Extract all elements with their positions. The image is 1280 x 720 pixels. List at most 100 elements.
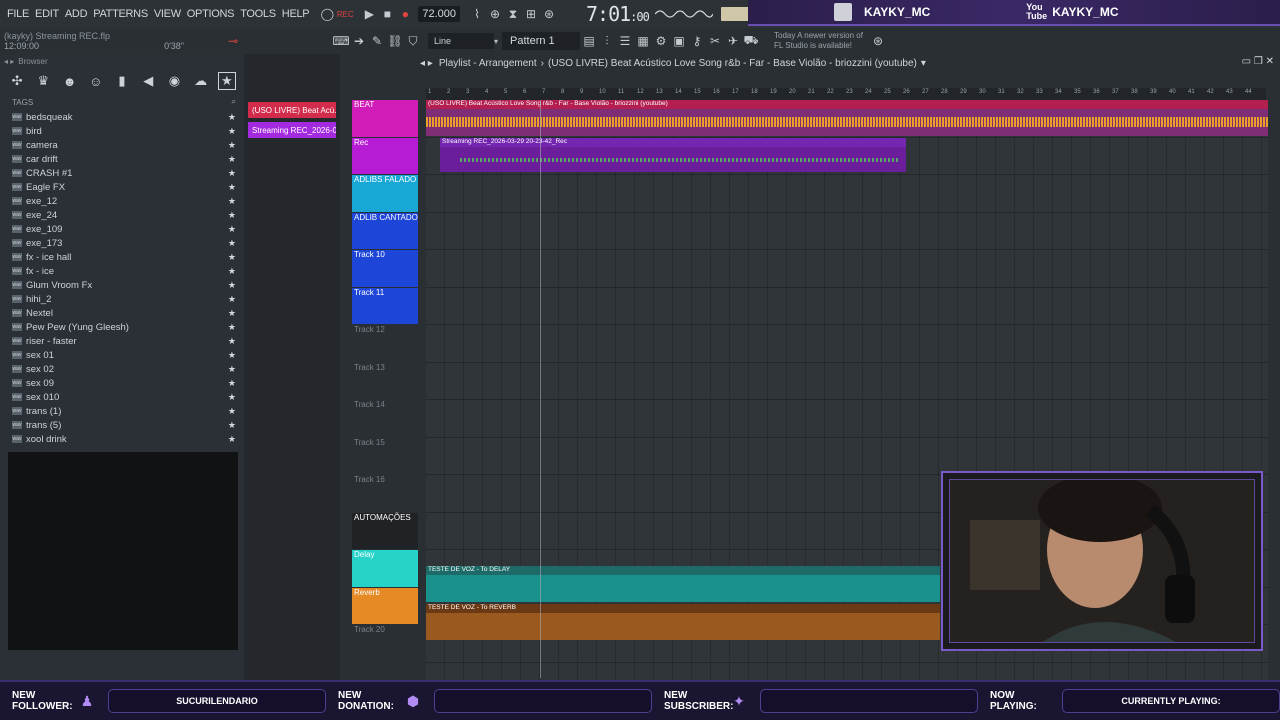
edison-icon[interactable]: ✂: [706, 32, 724, 50]
track-header[interactable]: ADLIB CANTADO: [352, 212, 418, 249]
browser-item[interactable]: wav bedsqueak ★: [0, 110, 244, 124]
browser-item[interactable]: wav sex 02 ★: [0, 362, 244, 376]
star-icon[interactable]: ★: [228, 126, 236, 137]
arrow-icon[interactable]: ➔: [350, 32, 368, 50]
stop-button[interactable]: ■: [378, 5, 396, 23]
browser-item[interactable]: wav car drift ★: [0, 152, 244, 166]
mixer-icon[interactable]: ⫶: [598, 32, 616, 50]
track-header[interactable]: Reverb: [352, 587, 418, 624]
browser-item[interactable]: wav fx - ice hall ★: [0, 250, 244, 264]
star-icon[interactable]: ★: [228, 154, 236, 165]
star-icon[interactable]: ★: [228, 392, 236, 403]
pencil-icon[interactable]: ✎: [368, 32, 386, 50]
star-icon[interactable]: ★: [228, 434, 236, 445]
smiley-icon[interactable]: ☻: [61, 72, 79, 90]
collapse-icon[interactable]: ✣: [8, 72, 26, 90]
tempo-display[interactable]: 72.000: [418, 6, 460, 22]
tool-icon-4[interactable]: ⊞: [522, 5, 540, 23]
window-controls[interactable]: ▭ ❐ ✕: [1242, 56, 1274, 67]
tool-icon[interactable]: ⌇: [468, 5, 486, 23]
browser-item[interactable]: wav fx - ice ★: [0, 264, 244, 278]
track-header[interactable]: Delay: [352, 550, 418, 587]
track-header[interactable]: ADLIBS FALADO: [352, 175, 418, 212]
channel-rack-icon[interactable]: ▤: [580, 32, 598, 50]
record-button[interactable]: ●: [396, 5, 414, 23]
picker-clip-beat[interactable]: (USO LIVRE) Beat Acú...: [248, 102, 336, 118]
browser-item[interactable]: wav exe_24 ★: [0, 208, 244, 222]
master-pitch-knob[interactable]: ⊸: [224, 32, 242, 50]
plugin-icon[interactable]: ♛: [34, 72, 52, 90]
track-header[interactable]: Track 16: [352, 475, 418, 512]
clip-reverb[interactable]: TESTE DE VOZ - To REVERB: [426, 604, 940, 640]
clip-delay[interactable]: TESTE DE VOZ - To DELAY: [426, 566, 940, 602]
stamp-icon[interactable]: ⛉: [404, 32, 422, 50]
track-header[interactable]: Track 13: [352, 363, 418, 400]
track-header[interactable]: Track 11: [352, 287, 418, 324]
star-icon[interactable]: ★: [228, 420, 236, 431]
browser-item[interactable]: wav Glum Vroom Fx ★: [0, 278, 244, 292]
star-icon[interactable]: ★: [228, 364, 236, 375]
star-icon[interactable]: ★: [228, 210, 236, 221]
browser-item[interactable]: wav xool drink ★: [0, 432, 244, 446]
play-button[interactable]: ▶: [360, 5, 378, 23]
menu-tools[interactable]: TOOLS: [237, 8, 279, 20]
browser-item[interactable]: wav sex 01 ★: [0, 348, 244, 362]
snap-select[interactable]: Line: [428, 33, 494, 49]
browser-item[interactable]: wav exe_109 ★: [0, 222, 244, 236]
menu-edit[interactable]: EDIT: [32, 8, 62, 20]
timeline-ruler[interactable]: 1 2 3 4 5 6 7 8 9 10 11 12 13 14 15 16 17 18 19 20 21 22 23 24 2…: [426, 88, 1266, 100]
clip-rec[interactable]: Streaming REC_2026-03-29 20-23-42_Rec: [440, 138, 906, 172]
star-icon[interactable]: ★: [228, 182, 236, 193]
browser-item[interactable]: wav trans (1) ★: [0, 404, 244, 418]
cloud-icon[interactable]: ☁: [192, 72, 210, 90]
file-icon[interactable]: ▮: [113, 72, 131, 90]
tool-icon-3[interactable]: ⧗: [504, 5, 522, 23]
star-icon[interactable]: ★: [228, 238, 236, 249]
browser-item[interactable]: wav trans (5) ★: [0, 418, 244, 432]
globe-icon[interactable]: ⊛: [869, 32, 887, 50]
star-tab-icon[interactable]: ★: [217, 72, 236, 90]
shop-icon[interactable]: ⛟: [742, 32, 760, 50]
browser-item[interactable]: wav bird ★: [0, 124, 244, 138]
star-icon[interactable]: ★: [228, 280, 236, 291]
star-icon[interactable]: ★: [228, 168, 236, 179]
track-header[interactable]: BEAT: [352, 100, 418, 137]
browser-item[interactable]: wav sex 010 ★: [0, 390, 244, 404]
star-icon[interactable]: ★: [228, 196, 236, 207]
star-icon[interactable]: ★: [228, 308, 236, 319]
star-icon[interactable]: ★: [228, 140, 236, 151]
chevron-down-icon[interactable]: ▾: [494, 37, 498, 46]
menu-file[interactable]: FILE: [4, 8, 32, 20]
track-header[interactable]: Track 15: [352, 438, 418, 475]
star-icon[interactable]: ★: [228, 336, 236, 347]
keyboard-icon[interactable]: ⌨: [332, 32, 350, 50]
menu-help[interactable]: HELP: [279, 8, 313, 20]
menu-patterns[interactable]: PATTERNS: [90, 8, 151, 20]
track-header[interactable]: AUTOMAÇÕES: [352, 512, 418, 549]
metronome-loop-icon[interactable]: ◯: [318, 5, 336, 23]
browser-item[interactable]: wav riser - faster ★: [0, 334, 244, 348]
browser-item[interactable]: wav Pew Pew (Yung Gleesh) ★: [0, 320, 244, 334]
search-icon[interactable]: ⌕: [232, 97, 236, 107]
speaker-icon[interactable]: ◀: [139, 72, 157, 90]
playlist-icon[interactable]: ☰: [616, 32, 634, 50]
plugin-icon[interactable]: ⚙: [652, 32, 670, 50]
pattern-select[interactable]: Pattern 1: [502, 32, 581, 50]
menu-view[interactable]: VIEW: [151, 8, 184, 20]
piano-roll-icon[interactable]: ▦: [634, 32, 652, 50]
track-header[interactable]: Track 20: [352, 625, 418, 662]
star-icon[interactable]: ★: [228, 406, 236, 417]
star-icon[interactable]: ★: [228, 252, 236, 263]
track-header[interactable]: Track 10: [352, 250, 418, 287]
star-icon[interactable]: ★: [228, 294, 236, 305]
star-icon[interactable]: ★: [228, 378, 236, 389]
tool-icon-5[interactable]: ⊛: [540, 5, 558, 23]
playhead[interactable]: [540, 100, 541, 678]
record-mode-icon[interactable]: REC: [336, 5, 354, 23]
star-icon[interactable]: ★: [228, 266, 236, 277]
menu-options[interactable]: OPTIONS: [184, 8, 237, 20]
globe-icon[interactable]: ◉: [165, 72, 183, 90]
picker-clip-rec[interactable]: Streaming REC_2026-03-...: [248, 122, 336, 138]
browser-item[interactable]: wav sex 09 ★: [0, 376, 244, 390]
browser-item[interactable]: wav CRASH #1 ★: [0, 166, 244, 180]
